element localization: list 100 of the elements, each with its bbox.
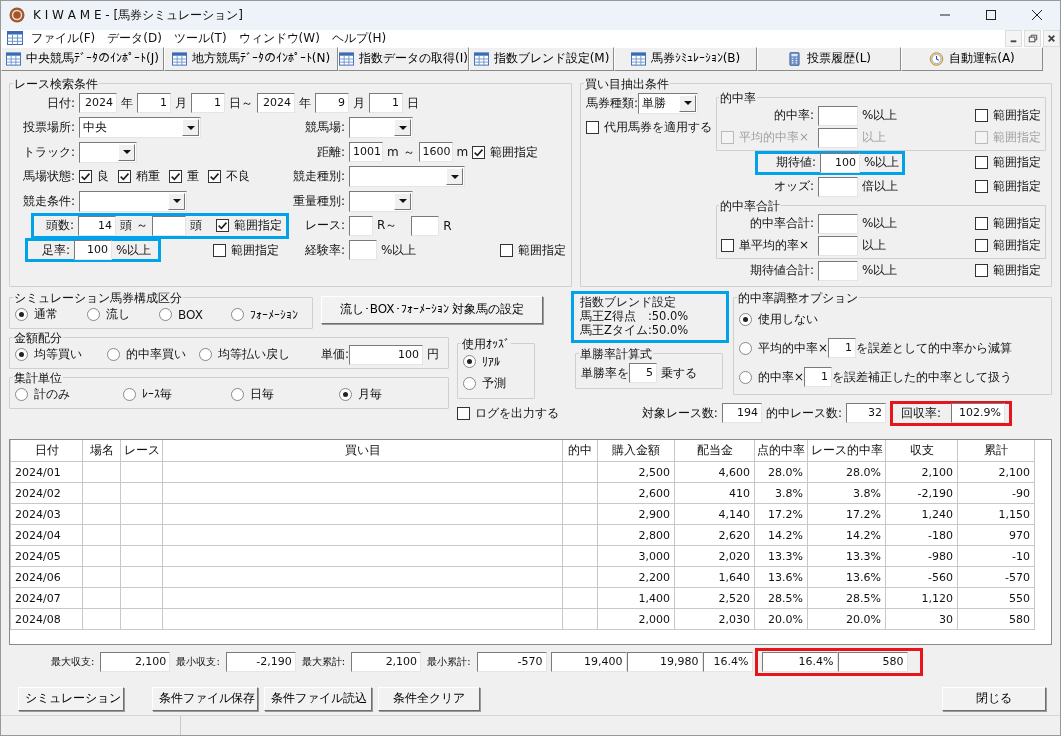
- column-header[interactable]: レース: [120, 440, 163, 462]
- checkbox[interactable]: [79, 170, 92, 184]
- menu-item[interactable]: データ(D): [103, 30, 170, 47]
- input-field[interactable]: [411, 215, 440, 236]
- input-field[interactable]: -570: [476, 652, 547, 672]
- column-header[interactable]: 購入金額: [597, 440, 675, 462]
- toolbar-button[interactable]: 投票履歴(L): [757, 47, 901, 71]
- toolbar-button[interactable]: 中央競馬ﾃﾞｰﾀのｲﾝﾎﾟｰﾄ(J): [1, 47, 164, 71]
- column-header[interactable]: レース的中率: [807, 440, 886, 462]
- radio-label[interactable]: 的中率買い: [126, 346, 186, 364]
- input-field[interactable]: 1: [804, 367, 833, 388]
- dropdown[interactable]: [79, 190, 187, 212]
- dropdown[interactable]: [349, 117, 413, 139]
- checkbox[interactable]: [975, 156, 988, 170]
- checkbox-label[interactable]: 範囲指定: [993, 215, 1041, 233]
- input-field[interactable]: 5: [629, 363, 657, 384]
- radio-button[interactable]: [199, 348, 212, 362]
- column-header[interactable]: 配当金: [674, 440, 755, 462]
- input-field[interactable]: 16.4%: [702, 652, 753, 672]
- input-field[interactable]: 1: [828, 338, 857, 359]
- menu-item[interactable]: ファイル(F): [27, 30, 104, 47]
- column-header[interactable]: 日付: [10, 440, 83, 462]
- action-button[interactable]: 条件ファイル保存: [152, 687, 258, 711]
- radio-label[interactable]: 計のみ: [34, 386, 70, 404]
- toolbar-button[interactable]: 地方競馬ﾃﾞｰﾀのｲﾝﾎﾟｰﾄ(N): [164, 47, 338, 71]
- dropdown[interactable]: 中央: [79, 117, 201, 139]
- column-header[interactable]: 収支: [885, 440, 958, 462]
- radio-button[interactable]: [87, 308, 100, 322]
- input-field[interactable]: [818, 214, 858, 234]
- radio-label[interactable]: 通常: [34, 306, 58, 324]
- input-field[interactable]: 1: [369, 93, 403, 114]
- input-field[interactable]: [818, 128, 858, 148]
- input-field[interactable]: [818, 236, 858, 256]
- toolbar-button[interactable]: 指数ブレンド設定(M): [469, 47, 614, 71]
- input-field[interactable]: 1001: [349, 142, 383, 163]
- column-header[interactable]: 点的中率: [754, 440, 808, 462]
- input-field[interactable]: 2,100: [351, 652, 422, 672]
- input-field[interactable]: 580: [837, 652, 908, 672]
- menu-item[interactable]: ツール(T): [169, 30, 235, 47]
- checkbox[interactable]: [215, 219, 229, 233]
- toolbar-button[interactable]: 馬券ｼﾐｭﾚｰｼｮﾝ(B): [614, 47, 757, 71]
- radio-label[interactable]: 使用しない: [758, 311, 818, 328]
- radio-label[interactable]: 日毎: [250, 386, 274, 404]
- dropdown[interactable]: [349, 166, 465, 188]
- input-field[interactable]: 100: [349, 345, 423, 365]
- radio-button[interactable]: [15, 388, 28, 402]
- input-field[interactable]: 100: [74, 240, 112, 261]
- checkbox[interactable]: [169, 170, 182, 184]
- checkbox-label[interactable]: 範囲指定: [518, 241, 566, 259]
- input-field[interactable]: 19,400: [550, 652, 627, 672]
- input-field[interactable]: 9: [315, 93, 349, 114]
- checkbox[interactable]: [586, 121, 599, 135]
- action-button[interactable]: シミュレーション: [18, 687, 124, 711]
- radio-label[interactable]: 均等買い: [34, 346, 82, 364]
- checkbox-label[interactable]: 範囲指定: [993, 154, 1041, 172]
- radio-label[interactable]: ﾌｫｰﾒｰｼｮﾝ: [250, 308, 298, 322]
- input-field[interactable]: [151, 215, 186, 236]
- checkbox-label[interactable]: 範囲指定: [993, 262, 1041, 280]
- checkbox-label[interactable]: 範囲指定: [993, 107, 1041, 125]
- radio-label[interactable]: 均等払い戻し: [218, 346, 290, 364]
- radio-button[interactable]: [463, 377, 476, 391]
- checkbox[interactable]: [472, 145, 486, 159]
- radio-label[interactable]: BOX: [178, 308, 203, 322]
- radio-button[interactable]: [123, 388, 136, 402]
- input-field[interactable]: 2024: [257, 93, 295, 114]
- checkbox-label[interactable]: 単平均的率×: [739, 237, 810, 255]
- input-field[interactable]: [349, 215, 373, 236]
- radio-button[interactable]: [107, 348, 120, 362]
- target-horse-button[interactable]: 流し･BOX･ﾌｫｰﾒｰｼｮﾝ 対象馬の設定: [321, 296, 543, 324]
- input-field[interactable]: 16.4%: [761, 652, 838, 672]
- toolbar-button[interactable]: 自動運転(A): [901, 47, 1043, 71]
- checkbox[interactable]: [975, 239, 988, 253]
- input-field[interactable]: [818, 261, 858, 281]
- radio-label[interactable]: 月毎: [358, 386, 382, 404]
- input-field[interactable]: [349, 240, 377, 261]
- input-field[interactable]: 102.9%: [951, 403, 1005, 424]
- table-icon[interactable]: [7, 31, 23, 46]
- dropdown[interactable]: [79, 141, 137, 163]
- action-button[interactable]: 条件全クリア: [378, 687, 480, 711]
- checkbox-label[interactable]: 良: [97, 168, 109, 186]
- toolbar-button[interactable]: 指数データの取得(I): [338, 47, 469, 71]
- checkbox[interactable]: [721, 239, 734, 253]
- input-field[interactable]: 2024: [79, 93, 117, 114]
- input-field[interactable]: [818, 106, 858, 126]
- radio-button[interactable]: [463, 355, 476, 369]
- input-field[interactable]: 1: [137, 93, 171, 114]
- dropdown[interactable]: [349, 190, 413, 212]
- maximize-icon[interactable]: [985, 9, 997, 22]
- checkbox-label[interactable]: 範囲指定: [233, 217, 282, 235]
- input-field[interactable]: 2,100: [100, 652, 171, 672]
- column-header[interactable]: 場名: [82, 440, 121, 462]
- checkbox-label[interactable]: 範囲指定: [231, 241, 279, 259]
- input-field[interactable]: -2,190: [225, 652, 296, 672]
- radio-button[interactable]: [231, 388, 244, 402]
- input-field[interactable]: [818, 177, 858, 197]
- checkbox-label[interactable]: 稍重: [136, 168, 160, 186]
- checkbox[interactable]: [213, 243, 226, 257]
- checkbox[interactable]: [208, 170, 221, 184]
- action-button[interactable]: 条件ファイル読込: [264, 687, 372, 711]
- checkbox[interactable]: [457, 407, 470, 420]
